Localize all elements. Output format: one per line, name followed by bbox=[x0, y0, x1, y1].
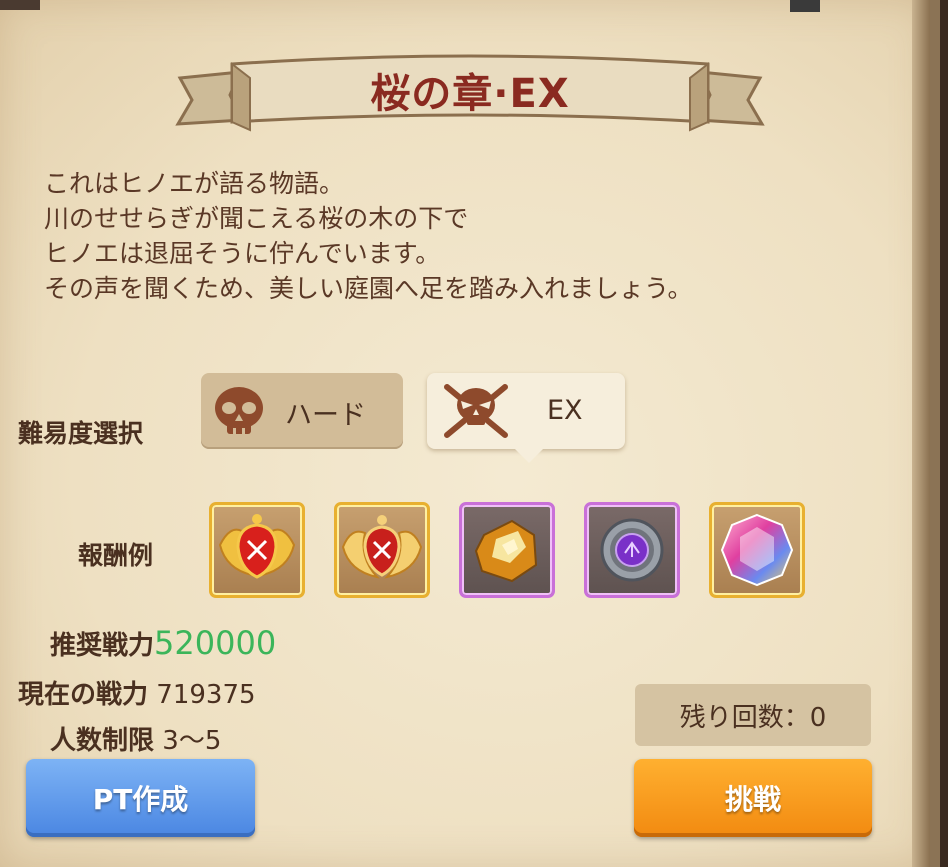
book-spine bbox=[912, 0, 930, 867]
story-line: これはヒノエが語る物語。 bbox=[44, 169, 345, 198]
story-line: その声を聞くため、美しい庭園へ足を踏み入れましょう。 bbox=[44, 274, 693, 303]
red-winged-emblem-icon bbox=[341, 515, 423, 579]
title-banner: 桜の章·EX bbox=[170, 50, 770, 140]
corner-ornament bbox=[790, 0, 820, 12]
gold-ore-icon bbox=[474, 519, 538, 583]
recommended-power-value: 520000 bbox=[154, 624, 277, 662]
event-panel: 桜の章·EX これはヒノエが語る物語。 川のせせらぎが聞こえる桜の木の下で ヒノ… bbox=[0, 0, 940, 867]
difficulty-hard-label: ハード bbox=[285, 400, 366, 431]
recommended-power: 推奨戦力520000 bbox=[50, 624, 276, 662]
story-line: 川のせせらぎが聞こえる桜の木の下で bbox=[44, 204, 469, 233]
challenge-button[interactable]: 挑戦 bbox=[634, 759, 872, 837]
story-line: ヒノエは退屈そうに佇んでいます。 bbox=[44, 239, 441, 268]
recommended-power-label: 推奨戦力 bbox=[50, 631, 155, 661]
skull-icon bbox=[215, 387, 263, 434]
difficulty-hard-button[interactable]: ハード bbox=[201, 373, 403, 449]
corner-ornament bbox=[0, 0, 40, 10]
reward-item[interactable] bbox=[209, 502, 305, 598]
party-limit-value: 3〜5 bbox=[162, 726, 222, 756]
reward-item[interactable] bbox=[334, 502, 430, 598]
difficulty-label: 難易度選択 bbox=[18, 419, 144, 448]
purple-gem-ring-icon bbox=[600, 518, 664, 582]
current-power-value: 719375 bbox=[156, 680, 256, 710]
party-limit: 人数制限 3〜5 bbox=[50, 720, 221, 757]
rewards-label: 報酬例 bbox=[78, 541, 154, 570]
current-power-label: 現在の戦力 bbox=[18, 680, 149, 710]
rainbow-diamond-icon bbox=[720, 513, 794, 587]
difficulty-ex-button[interactable]: EX bbox=[427, 373, 625, 463]
page-title: 桜の章·EX bbox=[370, 71, 570, 117]
remaining-attempts: 残り回数：0 bbox=[635, 684, 871, 746]
difficulty-ex-label: EX bbox=[547, 395, 583, 426]
create-party-button[interactable]: PT作成 bbox=[26, 759, 255, 837]
reward-item[interactable] bbox=[709, 502, 805, 598]
story-text: これはヒノエが語る物語。 川のせせらぎが聞こえる桜の木の下で ヒノエは退屈そうに… bbox=[44, 166, 904, 306]
party-limit-label: 人数制限 bbox=[50, 726, 155, 756]
red-winged-emblem-icon bbox=[218, 514, 296, 579]
reward-item[interactable] bbox=[584, 502, 680, 598]
crossed-swords-skull-icon bbox=[444, 384, 508, 438]
reward-item[interactable] bbox=[459, 502, 555, 598]
current-power: 現在の戦力 719375 bbox=[18, 674, 256, 711]
